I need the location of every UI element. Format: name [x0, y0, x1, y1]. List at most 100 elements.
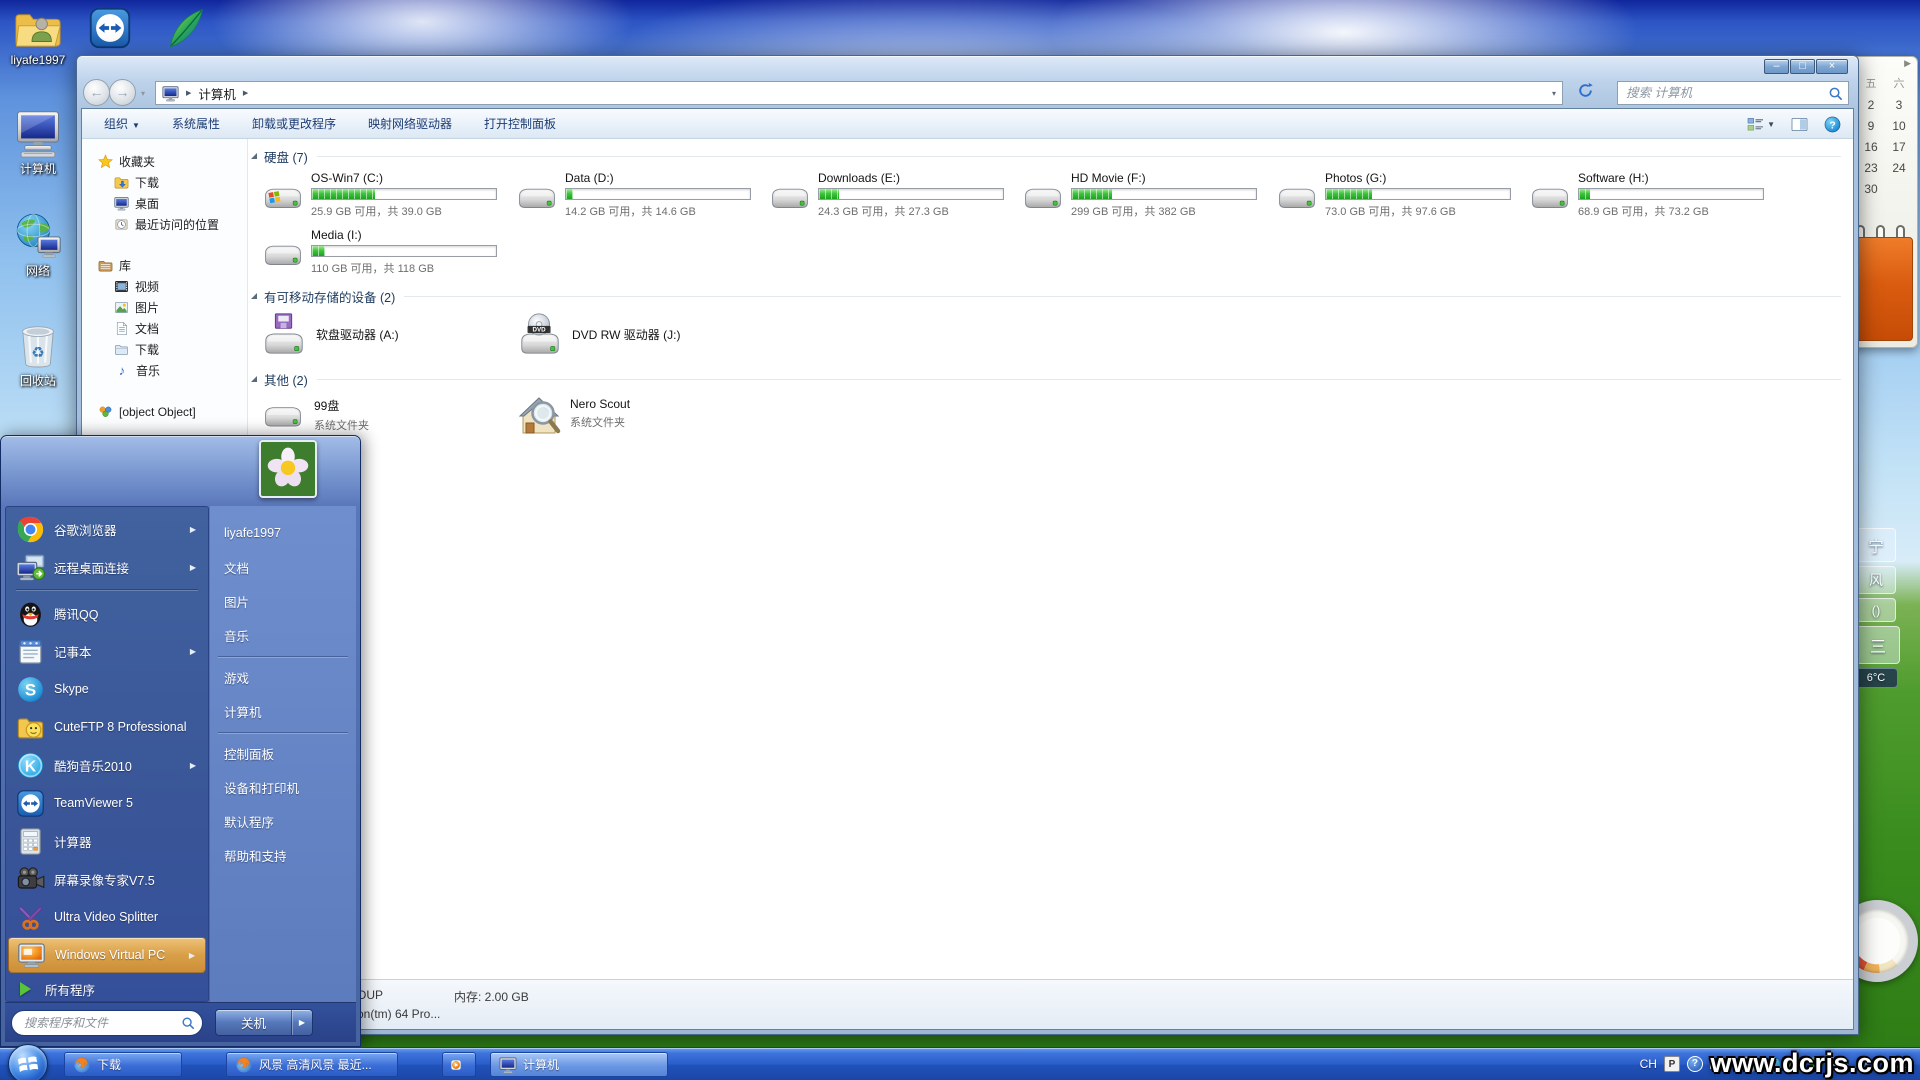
- sidebar-item-desktop[interactable]: 桌面: [82, 193, 247, 214]
- desktop-icon-photoshop[interactable]: [164, 6, 208, 55]
- desktop-icon-user-folder[interactable]: liyafe1997: [0, 8, 78, 67]
- start-menu-computer[interactable]: 计算机: [210, 694, 356, 728]
- start-button[interactable]: [8, 1044, 48, 1080]
- sidebar-item-homegroup[interactable]: [object Object]: [82, 401, 247, 422]
- language-indicator[interactable]: CH: [1640, 1057, 1657, 1071]
- sidebar-item-pictures[interactable]: 图片: [82, 297, 247, 318]
- start-menu-item-calculator[interactable]: 计算器: [8, 823, 206, 859]
- sidebar-item-downloads[interactable]: 下载: [82, 172, 247, 193]
- weather-gadget-fragment[interactable]: 风: [1856, 566, 1896, 594]
- desktop-icon-teamviewer[interactable]: [88, 6, 132, 55]
- start-menu-item-kugou[interactable]: 酷狗音乐2010: [8, 747, 206, 783]
- breadcrumb-arrow-icon[interactable]: ▶: [243, 89, 248, 97]
- titlebar[interactable]: – □ ×: [77, 56, 1858, 78]
- preview-pane-button[interactable]: [1791, 117, 1808, 132]
- drive-e[interactable]: Downloads (E:) 24.3 GB 可用，共 27.3 GB: [768, 171, 1013, 219]
- recycle-bin-icon: [15, 318, 61, 370]
- minimize-button[interactable]: –: [1764, 59, 1789, 74]
- shutdown-options-arrow-icon[interactable]: ▶: [292, 1018, 312, 1027]
- taskbar-button-computer[interactable]: 计算机: [490, 1052, 668, 1077]
- uninstall-program-button[interactable]: 卸载或更改程序: [252, 115, 336, 132]
- start-menu-default-programs[interactable]: 默认程序: [210, 804, 356, 838]
- start-menu-devices-printers[interactable]: 设备和打印机: [210, 770, 356, 804]
- ime-mode-icon[interactable]: P: [1664, 1056, 1680, 1072]
- drive-c[interactable]: OS-Win7 (C:) 25.9 GB 可用，共 39.0 GB: [261, 171, 506, 219]
- sidebar-item-downloads-lib[interactable]: 下载: [82, 339, 247, 360]
- start-menu-item-teamviewer[interactable]: TeamViewer 5: [8, 785, 206, 821]
- start-menu-music[interactable]: 音乐: [210, 618, 356, 652]
- taskbar-button-media-player[interactable]: [442, 1052, 476, 1077]
- start-menu-item-qq[interactable]: 腾讯QQ: [8, 595, 206, 631]
- drive-h[interactable]: Software (H:) 68.9 GB 可用，共 73.2 GB: [1528, 171, 1773, 219]
- desktop-icon-recycle-bin[interactable]: 回收站: [0, 318, 78, 389]
- drive-i[interactable]: Media (I:) 110 GB 可用，共 118 GB: [261, 228, 506, 276]
- address-dropdown-icon[interactable]: ▾: [1552, 89, 1556, 98]
- search-input[interactable]: [1624, 83, 1814, 103]
- system-properties-button[interactable]: 系统属性: [172, 115, 220, 132]
- sidebar-item-videos[interactable]: 视频: [82, 276, 247, 297]
- desktop-icon-network[interactable]: 网络: [0, 212, 78, 279]
- sidebar-item-recent-places[interactable]: 最近访问的位置: [82, 214, 247, 235]
- desktop-icon-computer[interactable]: 计算机: [0, 110, 78, 177]
- start-menu-item-notepad[interactable]: 记事本: [8, 633, 206, 669]
- views-button[interactable]: ▼: [1747, 117, 1775, 132]
- recent-pages-caret-icon[interactable]: ▾: [141, 89, 145, 98]
- calendar-mini-grid: 五六 23 910 1617 2324 30: [1857, 75, 1913, 196]
- start-menu-help-support[interactable]: 帮助和支持: [210, 838, 356, 872]
- start-search-input[interactable]: [22, 1013, 172, 1033]
- taskbar-button-downloads[interactable]: 下载: [64, 1052, 182, 1077]
- section-header-hard-disks[interactable]: 硬盘 (7): [251, 147, 1841, 165]
- weather-gadget-fragment[interactable]: (): [1856, 598, 1896, 622]
- start-menu-pictures[interactable]: 图片: [210, 584, 356, 618]
- open-control-panel-button[interactable]: 打开控制面板: [484, 115, 556, 132]
- organize-menu[interactable]: 组织▼: [104, 115, 140, 132]
- section-header-other[interactable]: 其他 (2): [251, 370, 1841, 388]
- taskbar-button-firefox-page[interactable]: 风景 高清风景 最近...: [226, 1052, 398, 1077]
- sidebar-item-favorites[interactable]: 收藏夹: [82, 151, 247, 172]
- drive-d[interactable]: Data (D:) 14.2 GB 可用，共 14.6 GB: [515, 171, 760, 219]
- map-network-drive-button[interactable]: 映射网络驱动器: [368, 115, 452, 132]
- weather-temperature[interactable]: 6°C: [1854, 668, 1898, 688]
- start-menu-item-skype[interactable]: Skype: [8, 671, 206, 707]
- dvd-drive-j[interactable]: DVD RW 驱动器 (J:): [517, 311, 680, 357]
- help-button[interactable]: [1824, 116, 1841, 133]
- breadcrumb-computer[interactable]: 计算机: [198, 84, 236, 103]
- item-nero-scout[interactable]: Nero Scout系统文件夹: [517, 393, 630, 439]
- refresh-button[interactable]: [1573, 82, 1597, 104]
- libraries-icon: [98, 258, 113, 273]
- start-menu-item-windows-virtual-pc[interactable]: Windows Virtual PC: [8, 937, 206, 973]
- capacity-bar: [1578, 188, 1764, 200]
- start-menu-games[interactable]: 游戏: [210, 660, 356, 694]
- user-avatar[interactable]: [259, 440, 317, 498]
- weather-gadget-fragment[interactable]: 三: [1856, 626, 1900, 664]
- gadget-expand-icon[interactable]: ▶: [1904, 58, 1911, 69]
- breadcrumb-arrow-icon[interactable]: ▶: [186, 89, 191, 97]
- close-button[interactable]: ×: [1816, 59, 1848, 74]
- search-icon[interactable]: [1828, 86, 1843, 101]
- item-99-disk[interactable]: 99盘系统文件夹: [261, 393, 369, 439]
- sidebar-item-music[interactable]: ♪音乐: [82, 360, 247, 381]
- start-menu-documents[interactable]: 文档: [210, 550, 356, 584]
- start-menu-item-screen-recorder[interactable]: 屏幕录像专家V7.5: [8, 861, 206, 897]
- start-menu-item-video-splitter[interactable]: Ultra Video Splitter: [8, 899, 206, 935]
- all-programs-button[interactable]: 所有程序: [8, 975, 206, 1003]
- floppy-drive-a[interactable]: 软盘驱动器 (A:): [261, 311, 399, 357]
- sidebar-item-documents[interactable]: 文档: [82, 318, 247, 339]
- drive-f[interactable]: HD Movie (F:) 299 GB 可用，共 382 GB: [1021, 171, 1266, 219]
- desktop-icon-label: 计算机: [0, 160, 78, 177]
- start-menu-item-chrome[interactable]: 谷歌浏览器: [8, 511, 206, 547]
- forward-button[interactable]: →: [109, 79, 136, 106]
- start-menu-item-cuteftp[interactable]: CuteFTP 8 Professional: [8, 709, 206, 745]
- shutdown-button[interactable]: 关机 ▶: [215, 1009, 313, 1036]
- weather-gadget-fragment[interactable]: 宁: [1856, 528, 1896, 562]
- drive-g[interactable]: Photos (G:) 73.0 GB 可用，共 97.6 GB: [1275, 171, 1520, 219]
- back-button[interactable]: ←: [83, 79, 110, 106]
- sidebar-item-libraries[interactable]: 库: [82, 255, 247, 276]
- maximize-button[interactable]: □: [1790, 59, 1815, 74]
- ime-help-icon[interactable]: ?: [1687, 1056, 1703, 1072]
- start-menu-control-panel[interactable]: 控制面板: [210, 736, 356, 770]
- start-menu-item-remote-desktop[interactable]: 远程桌面连接: [8, 549, 206, 585]
- start-menu-user-link[interactable]: liyafe1997: [210, 516, 356, 550]
- section-header-removable[interactable]: 有可移动存储的设备 (2): [251, 287, 1841, 305]
- address-bar[interactable]: ▶ 计算机 ▶ ▾: [155, 81, 1563, 105]
